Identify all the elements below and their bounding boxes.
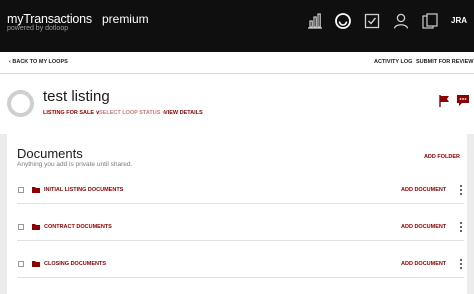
- view-details-link[interactable]: VIEW DETAILS: [164, 110, 203, 116]
- add-document-button[interactable]: ADD DOCUMENT: [401, 261, 446, 267]
- brand-tier: premium: [101, 12, 149, 26]
- add-folder-button[interactable]: ADD FOLDER: [424, 154, 460, 160]
- chat-icon[interactable]: [456, 93, 470, 107]
- folder-icon: [32, 224, 40, 230]
- person-icon[interactable]: [392, 12, 410, 30]
- documents-subtitle: Anything you add is private until shared…: [17, 161, 133, 168]
- more-options-icon[interactable]: [459, 258, 463, 270]
- loop-status-label: SELECT LOOP STATUS: [99, 110, 161, 116]
- folder-name[interactable]: CLOSING DOCUMENTS: [44, 261, 106, 267]
- documents-icon[interactable]: [421, 12, 439, 30]
- loop-title[interactable]: test listing: [43, 88, 110, 105]
- submit-for-review-link[interactable]: SUBMIT FOR REVIEW: [416, 59, 473, 65]
- more-options-icon[interactable]: [459, 221, 463, 233]
- back-to-loops-label: BACK TO MY LOOPS: [12, 59, 68, 65]
- folder-checkbox[interactable]: [18, 224, 24, 230]
- loop-status-dropdown[interactable]: SELECT LOOP STATUS ∨: [99, 110, 166, 116]
- back-to-loops-link[interactable]: ‹ BACK TO MY LOOPS: [9, 59, 68, 65]
- top-navigation-bar: myTransactions premium powered by dotloop…: [0, 0, 474, 52]
- bar-chart-icon[interactable]: [306, 12, 324, 30]
- loop-header: test listing LISTING FOR SALE ∨ SELECT L…: [0, 74, 474, 134]
- flag-icon[interactable]: [437, 94, 451, 108]
- transaction-type-dropdown[interactable]: LISTING FOR SALE ∨: [43, 110, 100, 116]
- folder-checkbox[interactable]: [18, 261, 24, 267]
- user-initials[interactable]: JRA: [451, 16, 467, 25]
- add-document-button[interactable]: ADD DOCUMENT: [401, 224, 446, 230]
- loop-subnav: ‹ BACK TO MY LOOPS ACTIVITY LOG SUBMIT F…: [0, 52, 474, 74]
- activity-log-link[interactable]: ACTIVITY LOG: [374, 59, 412, 65]
- folder-checkbox[interactable]: [18, 187, 24, 193]
- more-options-icon[interactable]: [459, 184, 463, 196]
- brand-name: myTransactions: [7, 12, 92, 26]
- documents-title: Documents: [17, 146, 83, 161]
- folder-row[interactable]: INITIAL LISTING DOCUMENTS ADD DOCUMENT: [17, 178, 464, 204]
- transaction-type-label: LISTING FOR SALE: [43, 110, 95, 116]
- loop-icon[interactable]: [334, 12, 352, 30]
- folder-name[interactable]: INITIAL LISTING DOCUMENTS: [44, 187, 123, 193]
- brand-tagline: powered by dotloop: [7, 25, 69, 32]
- folder-row[interactable]: CONTRACT DOCUMENTS ADD DOCUMENT: [17, 215, 464, 241]
- folder-row[interactable]: CLOSING DOCUMENTS ADD DOCUMENT: [17, 252, 464, 278]
- add-document-button[interactable]: ADD DOCUMENT: [401, 187, 446, 193]
- documents-panel: Documents Anything you add is private un…: [7, 134, 467, 294]
- folder-name[interactable]: CONTRACT DOCUMENTS: [44, 224, 112, 230]
- folder-icon: [32, 187, 40, 193]
- task-check-icon[interactable]: [363, 12, 381, 30]
- brand-logo[interactable]: myTransactions premium powered by dotloop: [7, 10, 149, 32]
- folder-icon: [32, 261, 40, 267]
- loop-avatar[interactable]: [7, 90, 34, 117]
